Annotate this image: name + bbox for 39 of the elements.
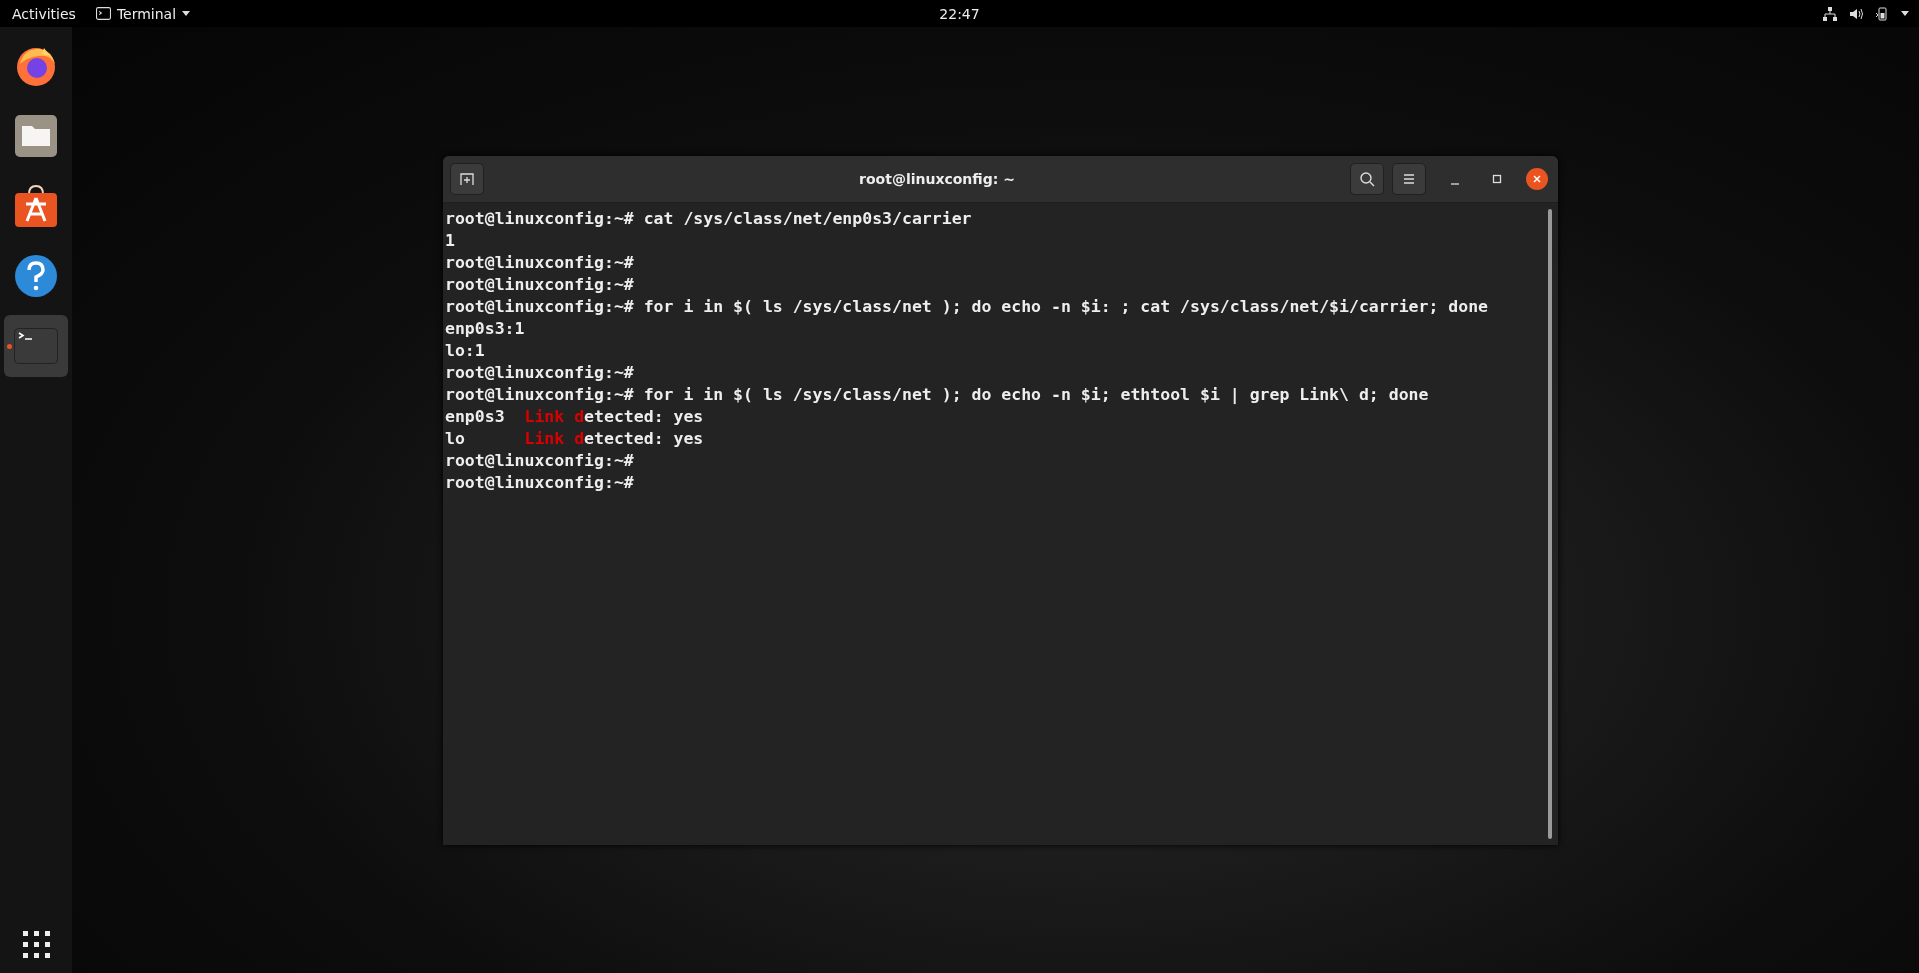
terminal-line: lo Link detected: yes <box>445 428 704 450</box>
clock[interactable]: 22:47 <box>939 5 980 22</box>
terminal-line: root@linuxconfig:~# <box>445 252 634 274</box>
terminal-line: root@linuxconfig:~# cat /sys/class/net/enp0s3/carrier <box>445 208 972 230</box>
activities-button[interactable]: Activities <box>12 5 76 22</box>
close-icon <box>1532 174 1542 184</box>
scrollbar[interactable] <box>1548 209 1552 839</box>
terminal-line: root@linuxconfig:~# for i in $( ls /sys/class/net ); do echo -n $i: ; cat /sys/class/net/$i/carrier; done <box>445 296 1489 318</box>
new-tab-icon <box>459 171 475 187</box>
battery-icon[interactable] <box>1875 6 1889 21</box>
app-menu[interactable]: Terminal <box>95 5 191 22</box>
terminal-icon <box>95 7 111 20</box>
close-button[interactable] <box>1526 168 1548 190</box>
folder-icon <box>14 114 58 158</box>
terminal-line: enp0s3 Link detected: yes <box>445 406 704 428</box>
network-icon[interactable] <box>1823 6 1837 21</box>
maximize-icon <box>1492 174 1502 184</box>
window-title: root@linuxconfig: ~ <box>858 171 1016 187</box>
minimize-icon <box>1450 183 1460 185</box>
shopping-bag-icon <box>14 184 58 228</box>
terminal-line: root@linuxconfig:~# for i in $( ls /sys/class/net ); do echo -n $i; ethtool $i | grep Link\ d; done <box>445 384 1429 406</box>
terminal-line: root@linuxconfig:~# <box>445 472 634 494</box>
terminal-line: lo:1 <box>445 340 485 362</box>
caret-icon <box>182 11 191 16</box>
caret-icon[interactable] <box>1901 11 1909 16</box>
terminal-line: 1 <box>445 230 455 252</box>
volume-icon[interactable] <box>1849 6 1863 21</box>
menu-icon <box>1401 171 1417 187</box>
terminal-line: root@linuxconfig:~# <box>445 450 634 472</box>
terminal-line: root@linuxconfig:~# <box>445 274 634 296</box>
terminal-line: root@linuxconfig:~# <box>445 362 634 384</box>
search-button[interactable] <box>1350 163 1384 195</box>
new-tab-button[interactable] <box>450 163 484 195</box>
question-mark-icon <box>14 254 58 298</box>
search-icon <box>1359 171 1375 187</box>
app-grid-icon[interactable] <box>21 929 51 959</box>
menu-button[interactable] <box>1392 163 1426 195</box>
terminal-icon <box>14 328 58 364</box>
terminal-line: enp0s3:1 <box>445 318 525 340</box>
